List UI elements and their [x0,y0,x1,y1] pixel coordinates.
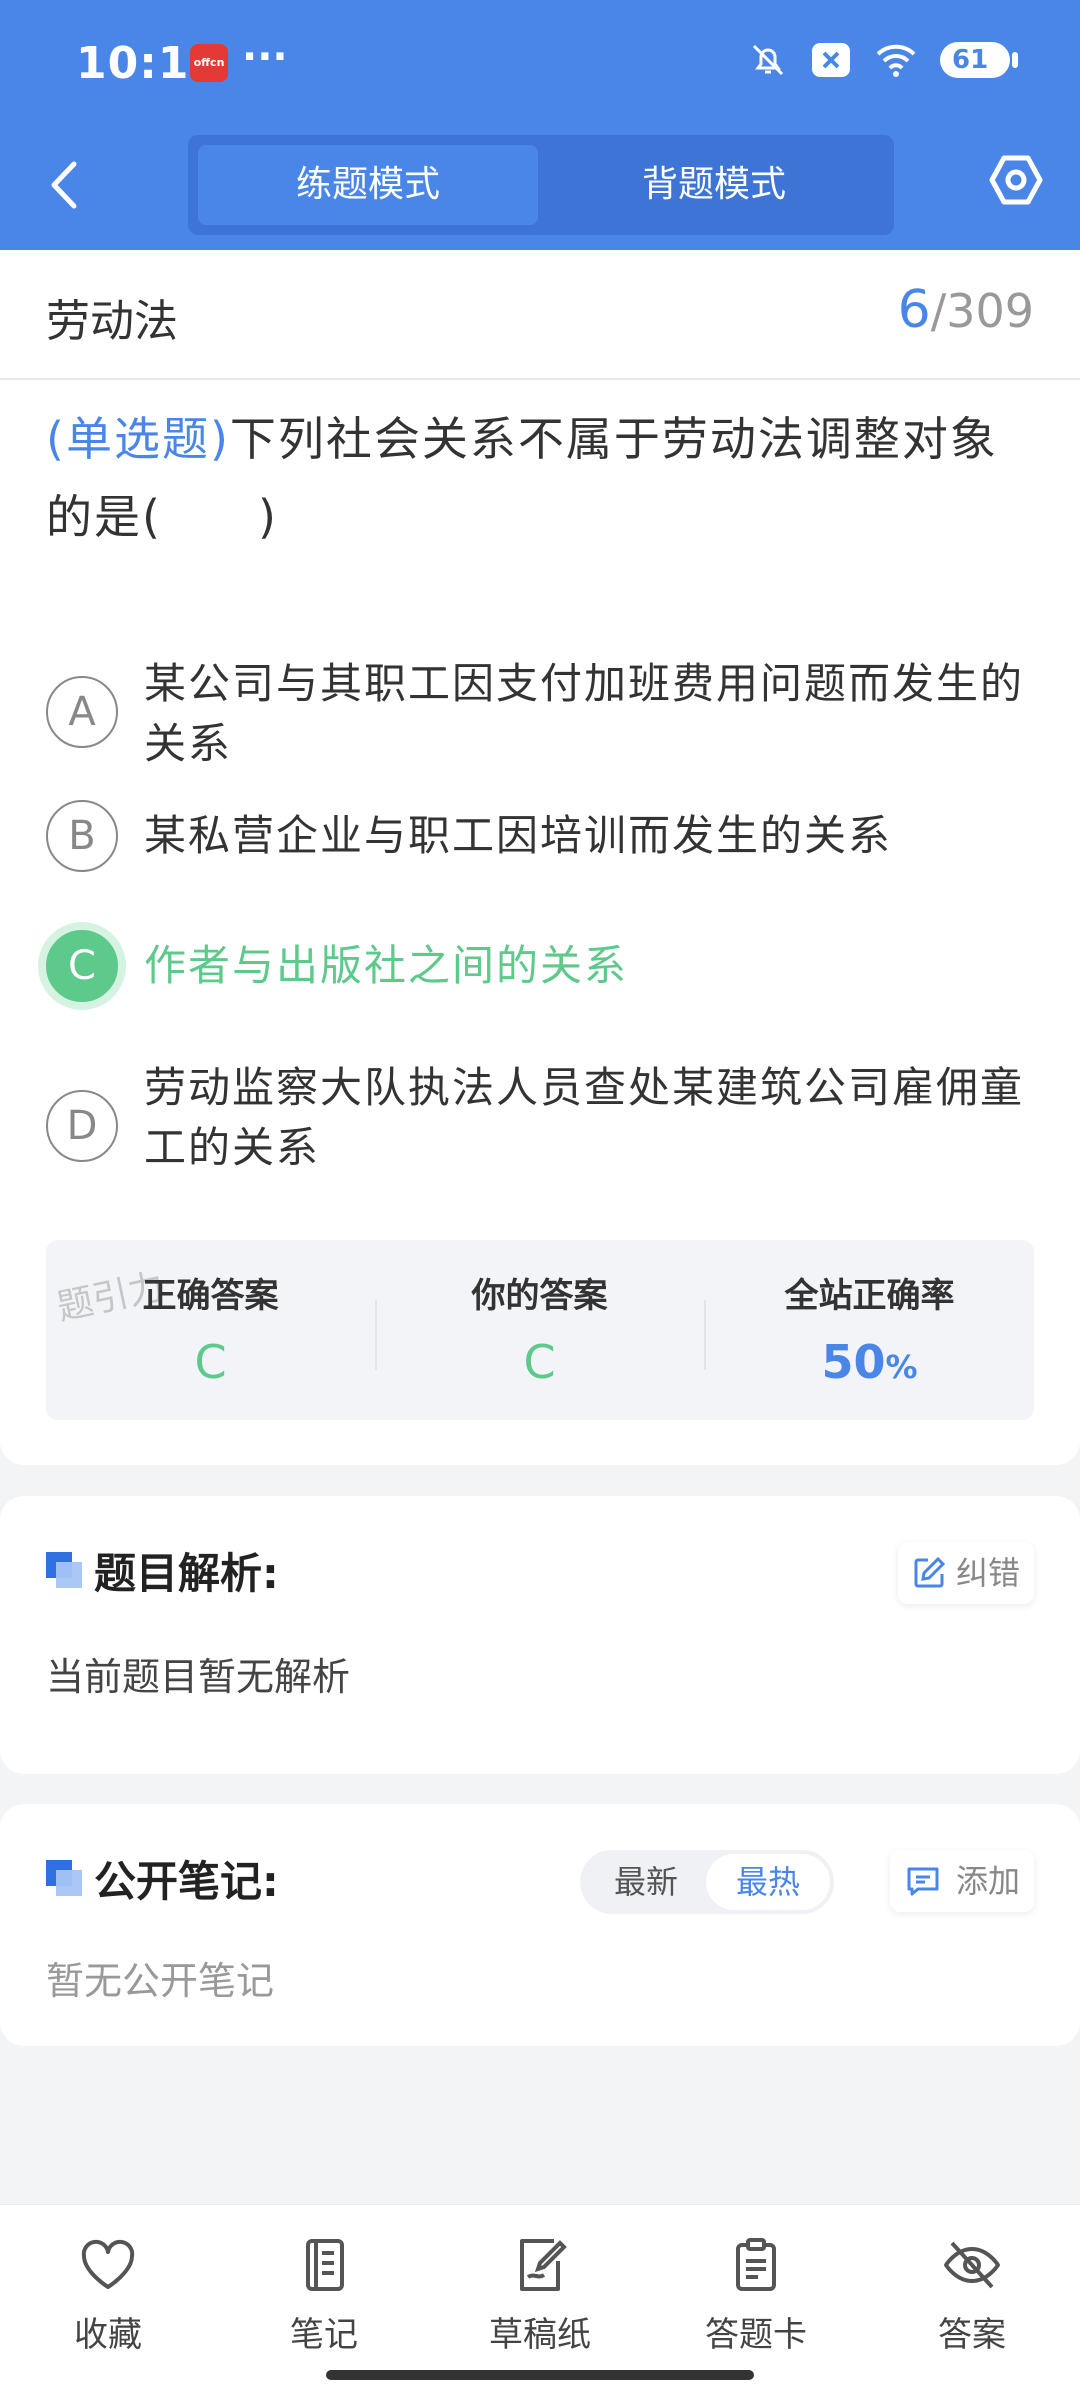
stat-your-answer: 你的答案 C [375,1240,704,1420]
report-error-button[interactable]: 纠错 [898,1542,1034,1604]
mode-toggle: 练题模式 背题模式 [188,135,894,235]
tab-memorize-mode[interactable]: 背题模式 [544,145,884,225]
nav-label: 草稿纸 [489,2315,591,2355]
nav-label: 收藏 [74,2315,142,2355]
option-text: 作者与出版社之间的关系 [144,941,629,990]
rate-number: 50 [821,1335,886,1389]
wifi-icon [876,44,916,77]
add-label: 添加 [955,1862,1020,1900]
chapter-row: 劳动法 6/309 [0,250,1080,380]
offcn-app-icon: offcn [190,44,228,82]
nav-label: 笔记 [290,2315,358,2355]
stat-accuracy-rate: 全站正确率 50% [705,1240,1034,1420]
sort-hot-tab[interactable]: 最热 [706,1854,830,1910]
option-c[interactable]: C 作者与出版社之间的关系 [46,930,1036,1010]
tab-practice-mode[interactable]: 练题模式 [198,145,538,225]
bell-off-icon [752,44,784,76]
status-icons: 61 [748,40,1018,80]
option-text: 某公司与其职工因支付加班费用问题而发生的关系 [144,659,1025,768]
option-text: 劳动监察大队执法人员查处某建筑公司雇佣童工的关系 [144,1063,1025,1172]
eye-off-icon [944,2241,1000,2289]
stat-label: 正确答案 [142,1276,279,1316]
nav-answer[interactable]: 答案 [872,2235,1072,2356]
stat-correct-answer: 正确答案 C [46,1240,375,1420]
edit-icon [914,1556,946,1588]
notes-sort-toggle: 最新 最热 [580,1850,834,1914]
comment-icon [907,1867,939,1896]
option-letter: C [46,930,118,1002]
notebook-icon [306,2239,344,2291]
nav-scratch-paper[interactable]: 草稿纸 [440,2235,640,2356]
sort-latest-tab[interactable]: 最新 [584,1854,708,1910]
nav-label: 答案 [938,2315,1006,2355]
chapter-title: 劳动法 [46,296,178,347]
rate-unit: % [885,1348,918,1386]
analysis-title: 题目解析: [94,1549,279,1598]
scratch-paper-icon [520,2239,567,2291]
question-text: (单选题)下列社会关系不属于劳动法调整对象的是( ) [46,400,1036,556]
option-letter: A [46,676,118,748]
add-note-button[interactable]: 添加 [890,1850,1034,1912]
option-b[interactable]: B 某私营企业与职工因培训而发生的关系 [46,800,1036,880]
notes-card: 公开笔记: 最新 最热 添加 暂无公开笔记 [0,1804,1080,2046]
current-index: 6 [897,280,931,340]
stat-value: C [194,1335,227,1389]
back-button[interactable] [40,150,90,220]
top-bar: 10:16 offcn ··· 61 练题模式 背题模式 [0,0,1080,250]
notes-title: 公开笔记: [94,1857,279,1906]
option-letter: B [46,800,118,872]
counter-separator: / [930,284,947,338]
heart-icon [81,2239,135,2289]
section-squares-icon [46,1860,82,1896]
battery-icon: 61 [940,42,1018,78]
question-counter: 6/309 [898,280,1034,340]
more-notifications-icon: ··· [242,34,288,80]
option-text: 某私营企业与职工因培训而发生的关系 [144,811,893,860]
analysis-card: 题目解析: 纠错 当前题目暂无解析 [0,1496,1080,1774]
settings-icon[interactable] [988,152,1044,208]
nav-notes[interactable]: 笔记 [224,2235,424,2356]
sim-x-icon [812,43,850,77]
section-squares-icon [46,1552,82,1588]
stat-value: 50% [705,1335,1034,1389]
stat-label: 全站正确率 [784,1276,955,1316]
answer-stats: 题引力 正确答案 C 你的答案 C 全站正确率 50% [46,1240,1034,1420]
status-bar: 10:16 offcn ··· 61 [0,0,1080,120]
report-label: 纠错 [955,1554,1020,1592]
question-card: 劳动法 6/309 (单选题)下列社会关系不属于劳动法调整对象的是( ) A 某… [0,250,1080,1465]
home-indicator[interactable] [326,2370,754,2380]
stat-value: C [523,1335,556,1389]
nav-favorite[interactable]: 收藏 [8,2235,208,2356]
nav-answer-card[interactable]: 答题卡 [656,2235,856,2356]
option-d[interactable]: D 劳动监察大队执法人员查处某建筑公司雇佣童工的关系 [46,1058,1036,1188]
option-letter: D [46,1090,118,1162]
option-a[interactable]: A 某公司与其职工因支付加班费用问题而发生的关系 [46,654,1036,768]
nav-label: 答题卡 [705,2315,807,2355]
clipboard-icon [736,2238,776,2291]
notes-empty-text: 暂无公开笔记 [46,1959,275,2003]
question-type: (单选题) [46,412,230,466]
stat-label: 你的答案 [471,1276,608,1316]
analysis-body: 当前题目暂无解析 [46,1655,351,1699]
total-count: 309 [946,284,1034,338]
